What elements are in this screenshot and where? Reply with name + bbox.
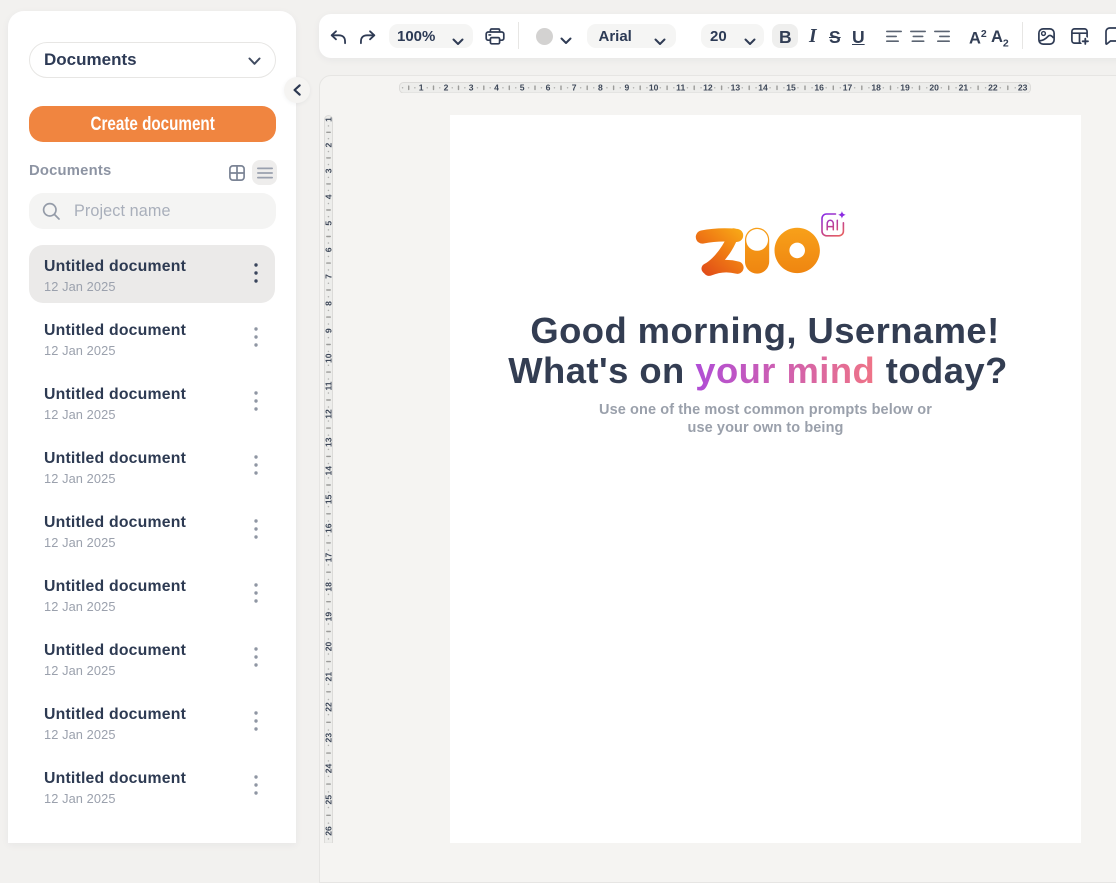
svg-text:16: 16 — [814, 82, 824, 92]
svg-text:15: 15 — [324, 494, 333, 504]
svg-text:11: 11 — [324, 381, 333, 390]
svg-text:8: 8 — [324, 301, 333, 306]
svg-text:21: 21 — [324, 671, 333, 681]
svg-text:20: 20 — [324, 641, 333, 651]
svg-text:4: 4 — [494, 82, 499, 92]
svg-text:7: 7 — [324, 274, 333, 279]
svg-text:1: 1 — [419, 82, 424, 92]
svg-text:10: 10 — [324, 353, 333, 363]
svg-text:18: 18 — [871, 82, 881, 92]
svg-text:6: 6 — [546, 82, 551, 92]
svg-text:24: 24 — [324, 763, 333, 773]
svg-text:6: 6 — [324, 247, 333, 252]
svg-text:18: 18 — [324, 582, 333, 592]
svg-text:12: 12 — [324, 409, 333, 419]
svg-text:3: 3 — [324, 168, 333, 173]
svg-text:22: 22 — [988, 82, 998, 92]
svg-text:13: 13 — [324, 437, 333, 447]
svg-text:22: 22 — [324, 702, 333, 712]
svg-text:26: 26 — [324, 826, 333, 836]
svg-text:5: 5 — [324, 220, 333, 225]
svg-text:12: 12 — [703, 82, 713, 92]
svg-text:5: 5 — [520, 82, 525, 92]
svg-text:10: 10 — [649, 82, 659, 92]
svg-text:11: 11 — [676, 82, 685, 92]
svg-text:2: 2 — [324, 142, 333, 147]
svg-text:14: 14 — [758, 82, 768, 92]
svg-text:17: 17 — [843, 82, 853, 92]
svg-text:20: 20 — [929, 82, 939, 92]
svg-text:3: 3 — [469, 82, 474, 92]
svg-text:9: 9 — [625, 82, 630, 92]
svg-text:16: 16 — [324, 523, 333, 533]
svg-text:21: 21 — [959, 82, 969, 92]
svg-text:17: 17 — [324, 552, 333, 562]
svg-text:23: 23 — [324, 732, 333, 742]
svg-text:25: 25 — [324, 794, 333, 804]
svg-text:19: 19 — [900, 82, 910, 92]
svg-text:8: 8 — [598, 82, 603, 92]
svg-text:4: 4 — [324, 194, 333, 199]
svg-text:7: 7 — [572, 82, 577, 92]
svg-text:13: 13 — [731, 82, 741, 92]
svg-text:23: 23 — [1018, 82, 1028, 92]
svg-text:14: 14 — [324, 465, 333, 475]
svg-text:9: 9 — [324, 328, 333, 333]
svg-text:1: 1 — [324, 117, 333, 122]
svg-text:2: 2 — [444, 82, 449, 92]
svg-text:15: 15 — [786, 82, 796, 92]
svg-text:19: 19 — [324, 611, 333, 621]
